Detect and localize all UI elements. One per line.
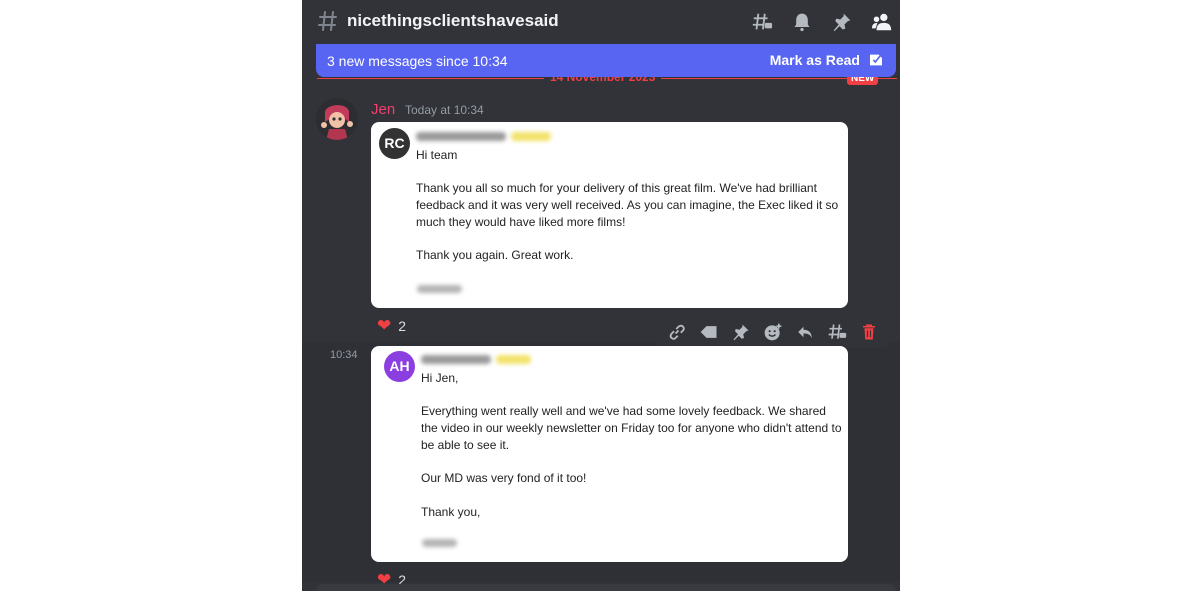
- unread-banner-text: 3 new messages since 10:34: [327, 53, 508, 69]
- email-paragraph: Hi team: [416, 148, 458, 162]
- heart-reaction[interactable]: ❤ 2: [377, 316, 406, 336]
- email-screenshot-card[interactable]: AH Hi Jen, Everything went really well a…: [371, 346, 848, 562]
- message-composer-edge[interactable]: [316, 584, 896, 591]
- mark-as-read-button[interactable]: Mark as Read: [770, 52, 884, 68]
- threads-icon[interactable]: [750, 10, 774, 34]
- avatar-image-icon: [316, 98, 358, 140]
- signature-redacted: [417, 285, 462, 293]
- mark-read-icon: [870, 54, 882, 66]
- channel-name: nicethingsclientshavesaid: [347, 11, 559, 30]
- email-paragraph: Hi Jen,: [421, 371, 459, 385]
- add-reaction-icon[interactable]: [761, 320, 785, 344]
- message-author[interactable]: Jen: [371, 101, 395, 118]
- message-timestamp: Today at 10:34: [405, 103, 484, 117]
- sender-name-redacted: [416, 132, 506, 141]
- tag-icon[interactable]: [697, 320, 721, 344]
- delete-icon[interactable]: [857, 320, 881, 344]
- email-body: Hi Jen, Everything went really well and …: [421, 370, 845, 537]
- email-screenshot-card[interactable]: RC Hi team Thank you all so much for you…: [371, 122, 848, 308]
- user-avatar[interactable]: [316, 98, 358, 140]
- reply-icon[interactable]: [793, 320, 817, 344]
- link-icon[interactable]: [665, 320, 689, 344]
- members-icon[interactable]: [870, 10, 894, 34]
- thread-icon[interactable]: [825, 320, 849, 344]
- reaction-count: 2: [398, 318, 407, 334]
- sender-avatar: RC: [379, 128, 410, 159]
- sender-tag-redacted: [496, 355, 531, 364]
- pin-icon[interactable]: [830, 10, 854, 34]
- email-paragraph: Thank you,: [421, 504, 481, 519]
- email-paragraph: Thank you again. Great work.: [416, 248, 574, 263]
- unread-banner[interactable]: 3 new messages since 10:34 Mark as Read: [316, 44, 896, 77]
- sender-name-redacted: [421, 355, 491, 364]
- pin-icon[interactable]: [729, 320, 753, 344]
- message-actions-toolbar: [657, 316, 889, 348]
- message-timestamp-short: 10:34: [330, 349, 358, 361]
- signature-redacted: [422, 539, 457, 547]
- email-paragraph: Everything went really well and we've ha…: [421, 404, 842, 452]
- email-paragraph: Our MD was very fond of it too!: [421, 471, 587, 486]
- channel-hash-icon: [318, 11, 337, 31]
- bell-icon[interactable]: [790, 10, 814, 34]
- channel-header: nicethingsclientshavesaid: [302, 0, 900, 44]
- sender-tag-redacted: [511, 132, 551, 141]
- mark-as-read-label: Mark as Read: [769, 52, 860, 68]
- email-body: Hi team Thank you all so much for your d…: [416, 147, 844, 281]
- chat-window: nicethingsclientshavesaid 14 November 20…: [302, 0, 900, 591]
- email-paragraph: Thank you all so much for your delivery …: [416, 181, 839, 229]
- sender-avatar: AH: [384, 351, 415, 382]
- heart-icon: ❤: [377, 316, 392, 335]
